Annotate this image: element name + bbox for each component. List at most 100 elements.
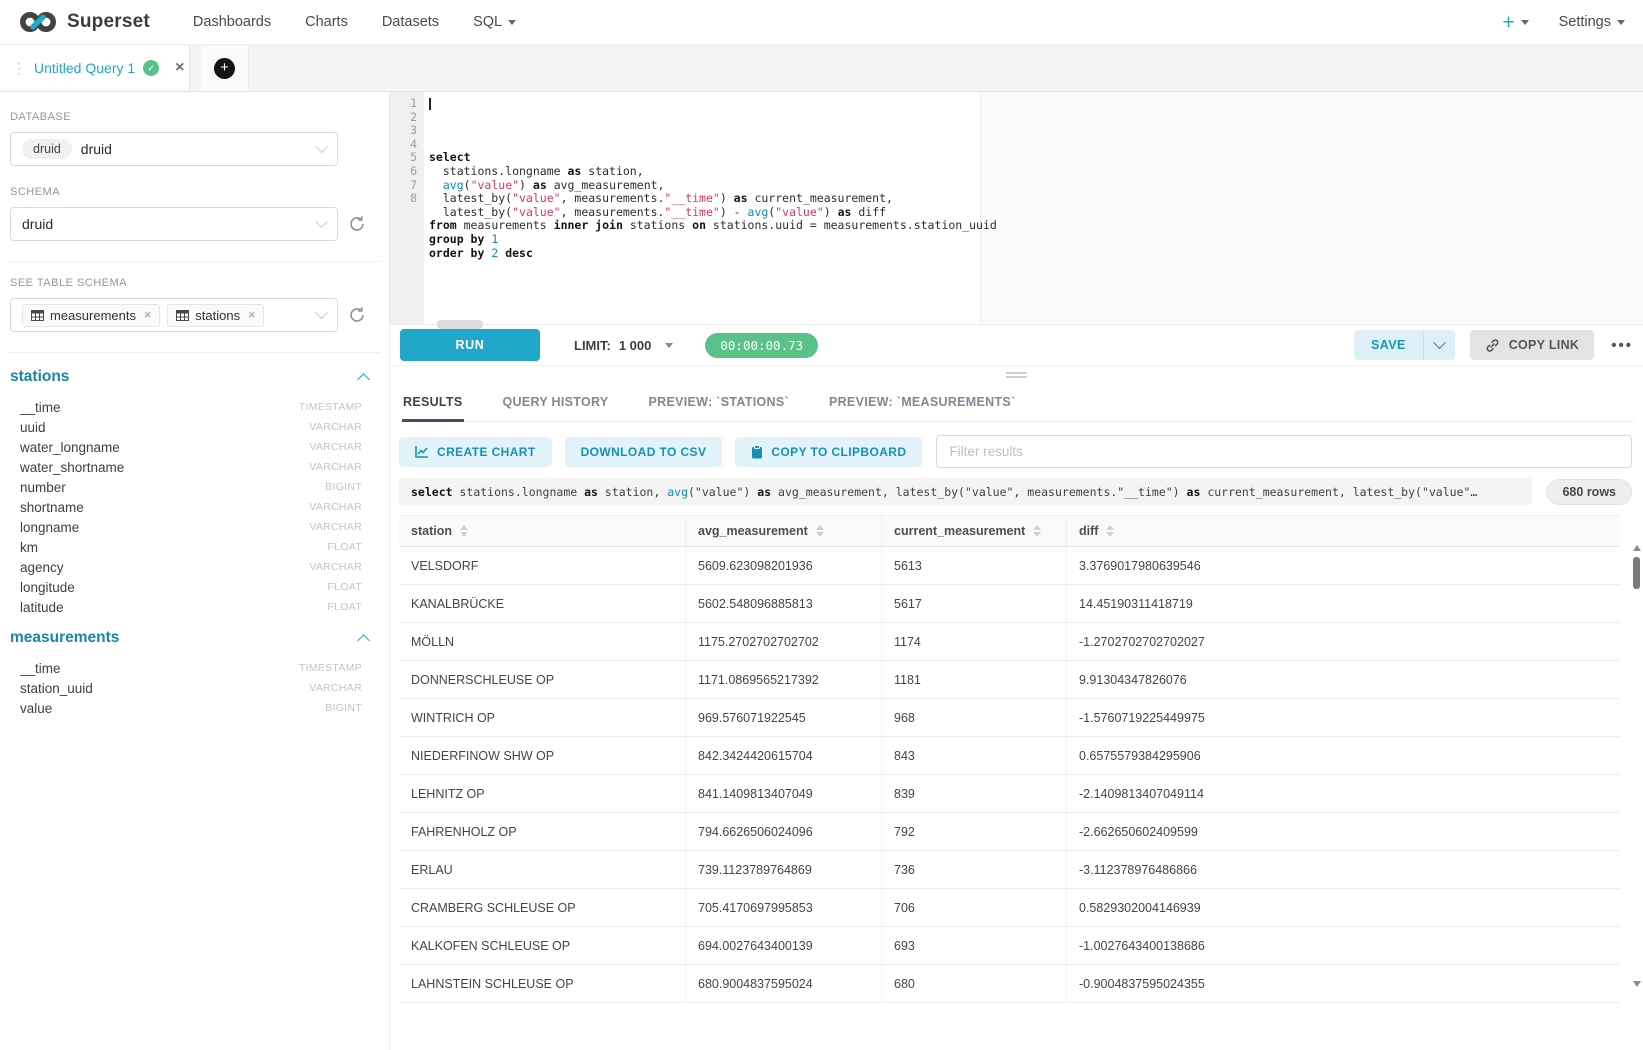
column-type: TIMESTAMP xyxy=(299,662,362,674)
table-cell: ERLAU xyxy=(399,851,686,888)
scroll-down-icon[interactable] xyxy=(1633,981,1641,987)
copy-link-button[interactable]: COPY LINK xyxy=(1470,330,1595,360)
drag-handle-icon[interactable]: ⋮ xyxy=(12,60,25,77)
create-chart-button[interactable]: CREATE CHART xyxy=(399,437,552,467)
column-header-diff[interactable]: diff xyxy=(1067,516,1620,546)
table-row[interactable]: LAHNSTEIN SCHLEUSE OP680.900483759502468… xyxy=(399,965,1620,1003)
column-row[interactable]: numberBIGINT xyxy=(10,477,362,497)
nav-item-datasets[interactable]: Datasets xyxy=(382,14,439,30)
query-tabstrip: ⋮ Untitled Query 1 ✓ × + xyxy=(0,45,1643,92)
column-row[interactable]: latitudeFLOAT xyxy=(10,597,362,617)
column-row[interactable]: longnameVARCHAR xyxy=(10,517,362,537)
table-row[interactable]: KANALBRÜCKE5602.548096885813561714.45190… xyxy=(399,585,1620,623)
code-token: as xyxy=(838,205,852,219)
column-row[interactable]: water_shortnameVARCHAR xyxy=(10,457,362,477)
table-schema-select[interactable]: measurements× stations× xyxy=(10,298,338,332)
main-nav: Dashboards Charts Datasets SQL xyxy=(176,14,533,30)
close-tab-icon[interactable]: × xyxy=(175,60,184,76)
database-type-chip: druid xyxy=(22,139,72,159)
results-tab-results[interactable]: RESULTS xyxy=(402,384,464,421)
copy-to-clipboard-button[interactable]: COPY TO CLIPBOARD xyxy=(735,437,922,467)
column-row[interactable]: shortnameVARCHAR xyxy=(10,497,362,517)
column-header-station[interactable]: station xyxy=(399,516,686,546)
table-row[interactable]: MÖLLN1175.27027027027021174-1.2702702702… xyxy=(399,623,1620,661)
code-token: 1 xyxy=(491,232,498,246)
code-token: as xyxy=(533,178,547,192)
filter-results-input[interactable] xyxy=(936,435,1632,468)
chevron-down-icon xyxy=(665,343,673,348)
column-header-avg_measurement[interactable]: avg_measurement xyxy=(686,516,882,546)
table-row[interactable]: VELSDORF5609.62309820193656133.376901798… xyxy=(399,547,1620,585)
code-token: inner join xyxy=(554,218,623,232)
results-tab-preview-measurements[interactable]: PREVIEW: `MEASUREMENTS` xyxy=(828,384,1017,421)
sort-icon[interactable] xyxy=(1033,525,1041,537)
table-chip-measurements[interactable]: measurements× xyxy=(22,304,160,327)
save-options-button[interactable] xyxy=(1424,341,1455,350)
column-row[interactable]: station_uuidVARCHAR xyxy=(10,678,362,698)
chevron-up-icon[interactable] xyxy=(357,373,370,386)
column-row[interactable]: uuidVARCHAR xyxy=(10,417,362,437)
column-row[interactable]: __time TIMESTAMP xyxy=(10,658,362,678)
limit-label: LIMIT: xyxy=(574,338,611,353)
remove-chip-icon[interactable]: × xyxy=(248,308,255,322)
nav-item-charts[interactable]: Charts xyxy=(305,14,348,30)
table-row[interactable]: DONNERSCHLEUSE OP1171.086956521739211819… xyxy=(399,661,1620,699)
column-name: km xyxy=(20,540,38,555)
results-scrollbar[interactable] xyxy=(1631,545,1642,987)
table-cell: 842.3424420615704 xyxy=(686,737,882,774)
chevron-up-icon[interactable] xyxy=(357,634,370,647)
column-row[interactable]: kmFLOAT xyxy=(10,537,362,557)
save-button[interactable]: SAVE xyxy=(1354,338,1423,352)
new-item-button[interactable]: + xyxy=(1502,12,1528,33)
settings-menu[interactable]: Settings xyxy=(1559,14,1625,30)
column-row[interactable]: __timeTIMESTAMP xyxy=(10,397,362,417)
nav-item-dashboards[interactable]: Dashboards xyxy=(193,14,271,30)
table-row[interactable]: LEHNITZ OP841.1409813407049839-2.1409813… xyxy=(399,775,1620,813)
refresh-schema-button[interactable] xyxy=(348,215,366,233)
column-header-current_measurement[interactable]: current_measurement xyxy=(882,516,1067,546)
schema-table-header[interactable]: stations xyxy=(10,368,368,386)
schema-table-header[interactable]: measurements xyxy=(10,629,368,647)
scrollbar-thumb[interactable] xyxy=(1633,557,1640,589)
column-row[interactable]: longitudeFLOAT xyxy=(10,577,362,597)
pane-splitter[interactable] xyxy=(390,366,1643,384)
refresh-tables-button[interactable] xyxy=(348,306,366,324)
table-row[interactable]: NIEDERFINOW SHW OP842.34244206157048430.… xyxy=(399,737,1620,775)
code-token: ( xyxy=(464,178,471,192)
results-tab-preview-stations[interactable]: PREVIEW: `STATIONS` xyxy=(648,384,790,421)
sql-editor[interactable]: 12345678 select stations.longname as sta… xyxy=(390,92,1643,325)
chevron-down-icon xyxy=(315,215,328,228)
sort-icon[interactable] xyxy=(460,525,468,537)
table-row[interactable]: CRAMBERG SCHLEUSE OP705.4170697995853706… xyxy=(399,889,1620,927)
run-button[interactable]: RUN xyxy=(400,329,540,361)
column-row[interactable]: valueBIGINT xyxy=(10,698,362,718)
table-row[interactable]: FAHRENHOLZ OP794.6626506024096792-2.6626… xyxy=(399,813,1620,851)
superset-brand[interactable]: Superset xyxy=(18,10,150,34)
table-cell: 694.0027643400139 xyxy=(686,927,882,964)
table-row[interactable]: KALKOFEN SCHLEUSE OP694.0027643400139693… xyxy=(399,927,1620,965)
scroll-up-icon[interactable] xyxy=(1633,545,1641,551)
download-to-csv-button[interactable]: DOWNLOAD TO CSV xyxy=(565,437,723,467)
column-row[interactable]: water_longnameVARCHAR xyxy=(10,437,362,457)
remove-chip-icon[interactable]: × xyxy=(144,308,151,322)
code-token: stations xyxy=(623,218,692,232)
column-name: agency xyxy=(20,560,64,575)
code-token: ) xyxy=(519,178,533,192)
editor-resize-handle[interactable] xyxy=(437,320,483,329)
sort-icon[interactable] xyxy=(1106,525,1114,537)
table-chip-stations[interactable]: stations× xyxy=(167,304,264,327)
nav-item-sql[interactable]: SQL xyxy=(473,14,516,30)
add-tab-button[interactable]: + xyxy=(201,45,249,91)
limit-dropdown[interactable]: LIMIT: 1 000 xyxy=(574,338,673,353)
table-row[interactable]: WINTRICH OP969.576071922545968-1.5760719… xyxy=(399,699,1620,737)
sort-icon[interactable] xyxy=(816,525,824,537)
tab-untitled-query[interactable]: ⋮ Untitled Query 1 ✓ × xyxy=(0,45,190,91)
database-select[interactable]: druid druid xyxy=(10,132,338,166)
schema-select[interactable]: druid xyxy=(10,207,338,241)
column-row[interactable]: agencyVARCHAR xyxy=(10,557,362,577)
table-row[interactable]: ERLAU739.1123789764869736-3.112378976486… xyxy=(399,851,1620,889)
column-name: __time xyxy=(20,661,61,676)
results-tab-query-history[interactable]: QUERY HISTORY xyxy=(502,384,610,421)
more-actions-button[interactable]: ••• xyxy=(1611,337,1633,354)
sql-code-area[interactable]: select stations.longname as station, avg… xyxy=(424,92,1643,324)
